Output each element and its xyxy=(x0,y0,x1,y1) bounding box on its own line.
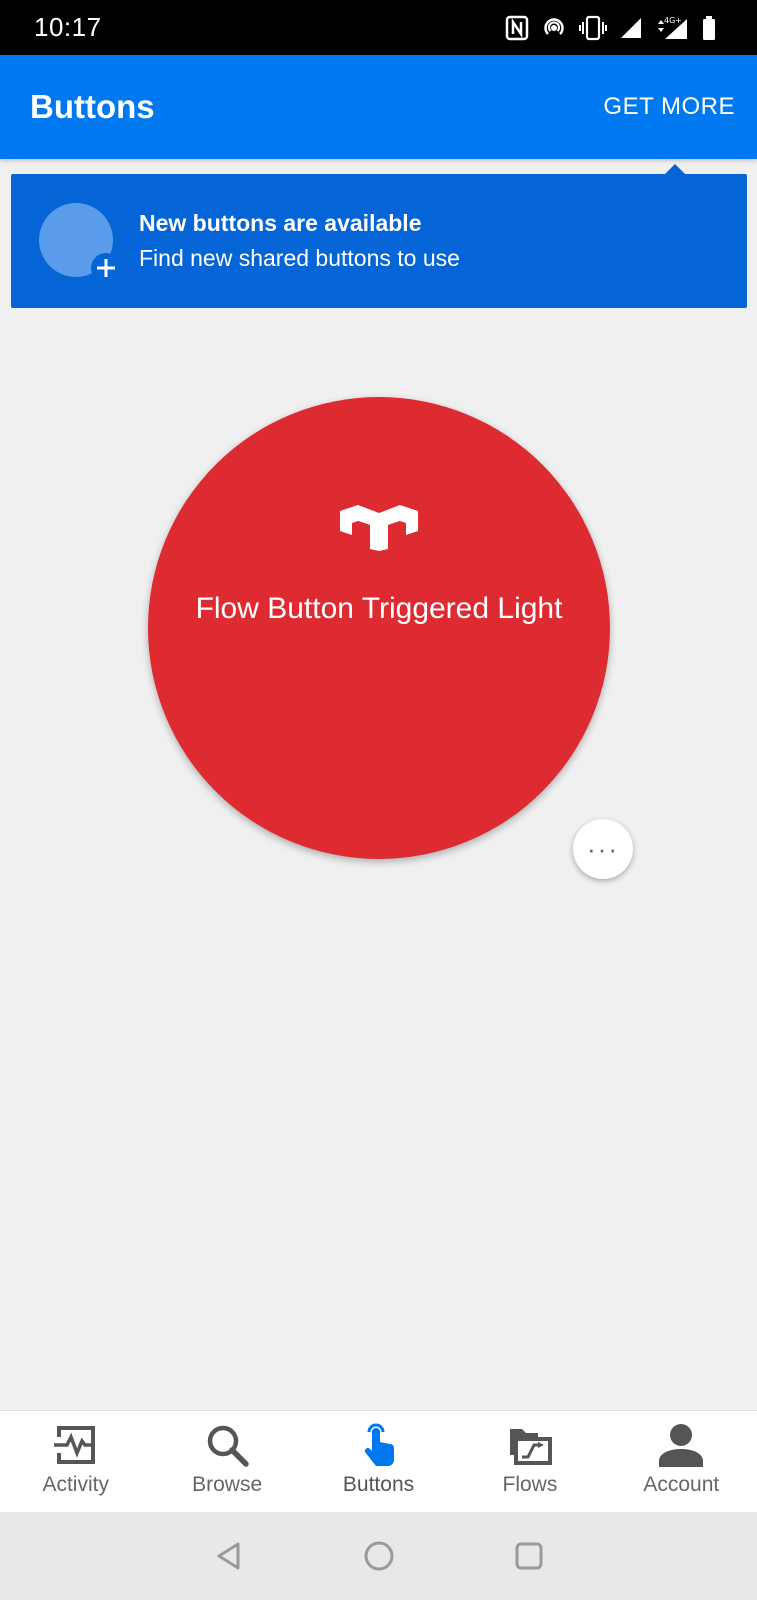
nav-label-browse: Browse xyxy=(192,1473,263,1496)
hotspot-icon xyxy=(541,15,567,41)
signal-icon xyxy=(619,16,643,40)
banner-pointer xyxy=(665,164,685,174)
bottom-nav: Activity Browse Buttons Flows Account xyxy=(0,1410,757,1512)
banner-text: New buttons are available Find new share… xyxy=(139,210,460,272)
nav-item-account[interactable]: Account xyxy=(606,1411,757,1512)
recents-icon[interactable] xyxy=(504,1531,554,1581)
svg-text:4G+: 4G+ xyxy=(664,16,682,25)
flow-button[interactable]: Flow Button Triggered Light xyxy=(148,397,610,859)
status-icons: 4G+ xyxy=(505,15,717,41)
nav-item-buttons[interactable]: Buttons xyxy=(303,1411,454,1512)
flows-icon xyxy=(508,1421,552,1469)
nav-label-flows: Flows xyxy=(502,1473,558,1496)
nav-item-flows[interactable]: Flows xyxy=(454,1411,605,1512)
system-nav-bar xyxy=(0,1512,757,1600)
nav-label-buttons: Buttons xyxy=(342,1473,415,1496)
plus-icon xyxy=(91,253,121,283)
more-options-button[interactable]: ··· xyxy=(573,819,633,879)
signal-4g-icon: 4G+ xyxy=(655,15,689,41)
banner-title: New buttons are available xyxy=(139,210,422,236)
status-bar: 10:17 4G+ xyxy=(0,0,757,55)
nav-item-browse[interactable]: Browse xyxy=(151,1411,302,1512)
nav-item-activity[interactable]: Activity xyxy=(0,1411,151,1512)
battery-icon xyxy=(701,15,717,41)
person-icon xyxy=(658,1421,704,1469)
page-title: Buttons xyxy=(30,88,155,125)
search-icon xyxy=(205,1421,249,1469)
flow-button-label: Flow Button Triggered Light xyxy=(195,592,563,625)
home-icon[interactable] xyxy=(354,1531,404,1581)
banner-subtitle: Find new shared buttons to use xyxy=(139,245,460,271)
app-bar: Buttons GET MORE xyxy=(0,55,757,159)
get-more-button[interactable]: GET MORE xyxy=(603,93,735,121)
activity-icon xyxy=(53,1421,99,1469)
nav-label-activity: Activity xyxy=(42,1473,109,1496)
banner-add-icon xyxy=(39,203,121,283)
nfc-icon xyxy=(505,15,529,41)
yeelight-logo-icon xyxy=(338,503,420,556)
nav-label-account: Account xyxy=(643,1473,720,1496)
touch-icon xyxy=(359,1421,399,1469)
new-buttons-banner[interactable]: New buttons are available Find new share… xyxy=(11,164,747,308)
status-time: 10:17 xyxy=(34,12,102,42)
back-icon[interactable] xyxy=(204,1531,254,1581)
vibrate-icon xyxy=(579,15,607,41)
